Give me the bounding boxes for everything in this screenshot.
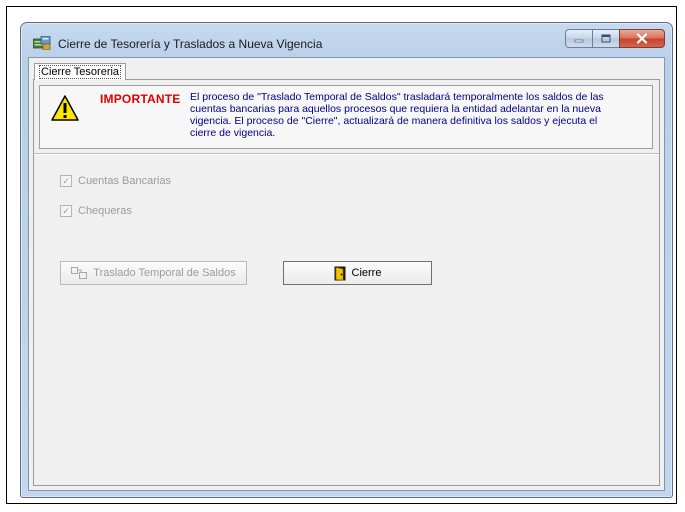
main-window: Cierre de Tesorería y Traslados a Nueva … [20, 22, 673, 498]
minimize-button[interactable] [565, 29, 592, 48]
treasury-app-icon [32, 35, 51, 51]
notice-line: vigencia. El proceso de "Cierre", actual… [190, 115, 598, 127]
notice-body: El proceso de "Traslado Temporal de Sald… [190, 91, 630, 139]
transfer-icon [71, 267, 88, 279]
checkbox-checked-icon: ✓ [60, 175, 72, 187]
checkbox-checked-icon: ✓ [60, 205, 72, 217]
traslado-temporal-button[interactable]: Traslado Temporal de Saldos [60, 261, 247, 285]
minimize-icon [574, 39, 584, 42]
tab-label: Cierre Tesoreria [39, 65, 122, 79]
traslado-button-label: Traslado Temporal de Saldos [93, 267, 236, 279]
checkbox-label: Chequeras [78, 205, 132, 217]
client-area: Cierre Tesoreria IMPORTANTE El proceso d… [28, 57, 665, 491]
window-controls [565, 29, 665, 49]
close-icon [636, 33, 648, 44]
door-exit-icon [334, 266, 346, 281]
tab-cierre-tesoreria[interactable]: Cierre Tesoreria [34, 63, 127, 80]
title-bar[interactable]: Cierre de Tesorería y Traslados a Nueva … [21, 23, 672, 57]
notice-line: cierre de vigencia. [190, 127, 276, 139]
chequeras-checkbox[interactable]: ✓ Chequeras [60, 205, 132, 217]
close-button[interactable] [619, 29, 665, 48]
cuentas-bancarias-checkbox[interactable]: ✓ Cuentas Bancarias [60, 175, 171, 187]
tab-panel: IMPORTANTE El proceso de "Traslado Tempo… [33, 79, 660, 486]
cierre-button[interactable]: Cierre [283, 261, 432, 285]
warning-icon [50, 94, 80, 122]
checkbox-label: Cuentas Bancarias [78, 175, 171, 187]
notice-line: cuentas bancarias para aquellos procesos… [190, 103, 601, 115]
window-title: Cierre de Tesorería y Traslados a Nueva … [58, 37, 323, 51]
maximize-button[interactable] [592, 29, 619, 48]
notice-line: El proceso de "Traslado Temporal de Sald… [190, 91, 604, 103]
important-notice: IMPORTANTE El proceso de "Traslado Tempo… [39, 85, 653, 149]
notice-title: IMPORTANTE [100, 92, 181, 106]
cierre-button-label: Cierre [351, 267, 382, 279]
divider [34, 153, 659, 155]
maximize-icon [601, 34, 611, 43]
